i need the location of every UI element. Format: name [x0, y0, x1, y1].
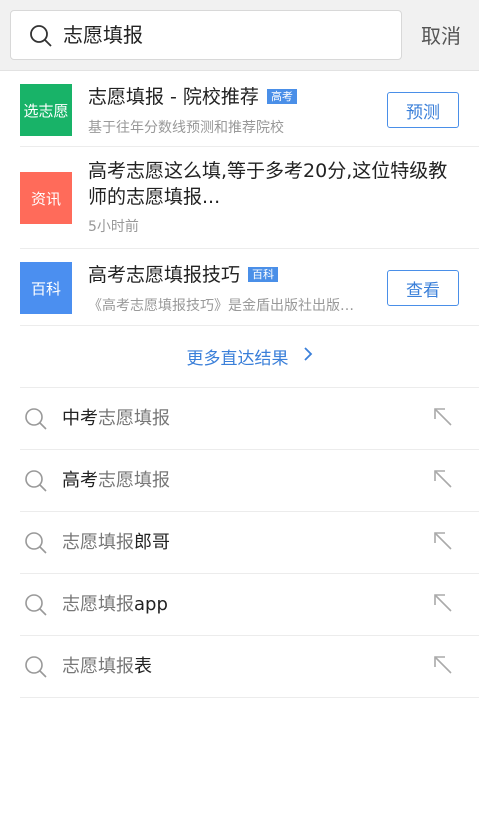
suggestion-text: 志愿填报app [62, 594, 168, 615]
result-title: 志愿填报 - 院校推荐 高考 [88, 84, 297, 110]
result-subtitle: 基于往年分数线预测和推荐院校 [88, 120, 284, 136]
more-results-label: 更多直达结果 [186, 349, 289, 369]
search-icon [24, 469, 48, 497]
search-icon [24, 655, 48, 683]
search-header: 志愿填报 取消 [0, 0, 479, 71]
search-icon [24, 593, 48, 621]
predict-button[interactable]: 预测 [387, 92, 459, 128]
search-icon [24, 407, 48, 435]
result-badge: 百科 [20, 262, 72, 314]
suggestion-item[interactable]: 高考志愿填报 [20, 450, 479, 512]
result-title: 高考志愿这么填,等于多考20分,这位特级教师的志愿填报... [88, 160, 448, 208]
result-card-baike[interactable]: 百科 高考志愿填报技巧 百科 《高考志愿填报技巧》是金盾出版社出版的图书 查看 [20, 249, 479, 326]
suggestion-item[interactable]: 中考志愿填报 [20, 388, 479, 450]
result-tag: 高考 [266, 89, 297, 104]
arrow-up-left-icon[interactable] [433, 531, 453, 555]
search-icon [29, 24, 53, 52]
search-query: 志愿填报 [63, 23, 143, 47]
suggestion-text: 中考志愿填报 [62, 408, 170, 429]
search-icon [24, 531, 48, 559]
suggestion-item[interactable]: 志愿填报郎哥 [20, 512, 479, 574]
result-timestamp: 5小时前 [88, 219, 139, 235]
arrow-up-left-icon[interactable] [433, 655, 453, 679]
search-input[interactable]: 志愿填报 [10, 10, 402, 60]
result-title: 高考志愿填报技巧 百科 [88, 262, 279, 288]
cancel-button[interactable]: 取消 [421, 0, 461, 72]
chevron-right-icon [303, 346, 313, 367]
suggestion-text: 志愿填报郎哥 [62, 532, 170, 553]
suggestion-text: 志愿填报表 [62, 656, 152, 677]
view-button[interactable]: 查看 [387, 270, 459, 306]
result-badge: 选志愿 [20, 84, 72, 136]
suggestion-item[interactable]: 志愿填报app [20, 574, 479, 636]
arrow-up-left-icon[interactable] [433, 593, 453, 617]
more-results-link[interactable]: 更多直达结果 [20, 326, 479, 388]
suggestion-item[interactable]: 志愿填报表 [20, 636, 479, 698]
result-card-volunteer[interactable]: 选志愿 志愿填报 - 院校推荐 高考 基于往年分数线预测和推荐院校 预测 [20, 71, 479, 147]
suggestion-list: 中考志愿填报 高考志愿填报 志愿填报郎哥 志愿填报app 志愿填报表 [0, 388, 479, 698]
suggestion-text: 高考志愿填报 [62, 470, 170, 491]
result-subtitle: 《高考志愿填报技巧》是金盾出版社出版的图书 [88, 298, 358, 314]
result-card-news[interactable]: 资讯 高考志愿这么填,等于多考20分,这位特级教师的志愿填报... 5小时前 [20, 147, 479, 249]
result-tag: 百科 [248, 267, 279, 282]
arrow-up-left-icon[interactable] [433, 407, 453, 431]
arrow-up-left-icon[interactable] [433, 469, 453, 493]
result-badge: 资讯 [20, 172, 72, 224]
